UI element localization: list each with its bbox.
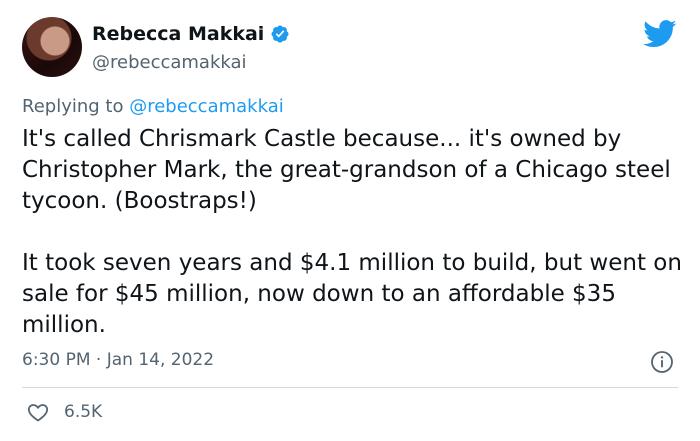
reply-mention-link[interactable]: @rebeccamakkai [129,96,284,117]
author-name-row[interactable]: Rebecca Makkai [92,22,290,46]
heart-icon[interactable] [26,400,50,424]
tweet-text: It's called Chrismark Castle because... … [22,124,682,341]
replying-prefix: Replying to [22,96,130,117]
like-count: 6.5K [64,402,103,422]
author-handle[interactable]: @rebeccamakkai [92,52,247,74]
twitter-bird-icon[interactable] [643,20,677,48]
replying-to: Replying to @rebeccamakkai [22,96,284,118]
avatar[interactable] [22,17,82,77]
info-icon[interactable] [650,350,674,374]
tweet-timestamp[interactable]: 6:30 PM · Jan 14, 2022 [22,349,214,371]
verified-badge-icon [271,25,289,43]
divider [22,387,678,388]
tweet-paragraph: It's called Chrismark Castle because... … [22,126,671,214]
author-name[interactable]: Rebecca Makkai [92,22,264,46]
like-button[interactable]: 6.5K [26,400,102,424]
tweet-paragraph: It took seven years and $4.1 million to … [22,250,682,338]
